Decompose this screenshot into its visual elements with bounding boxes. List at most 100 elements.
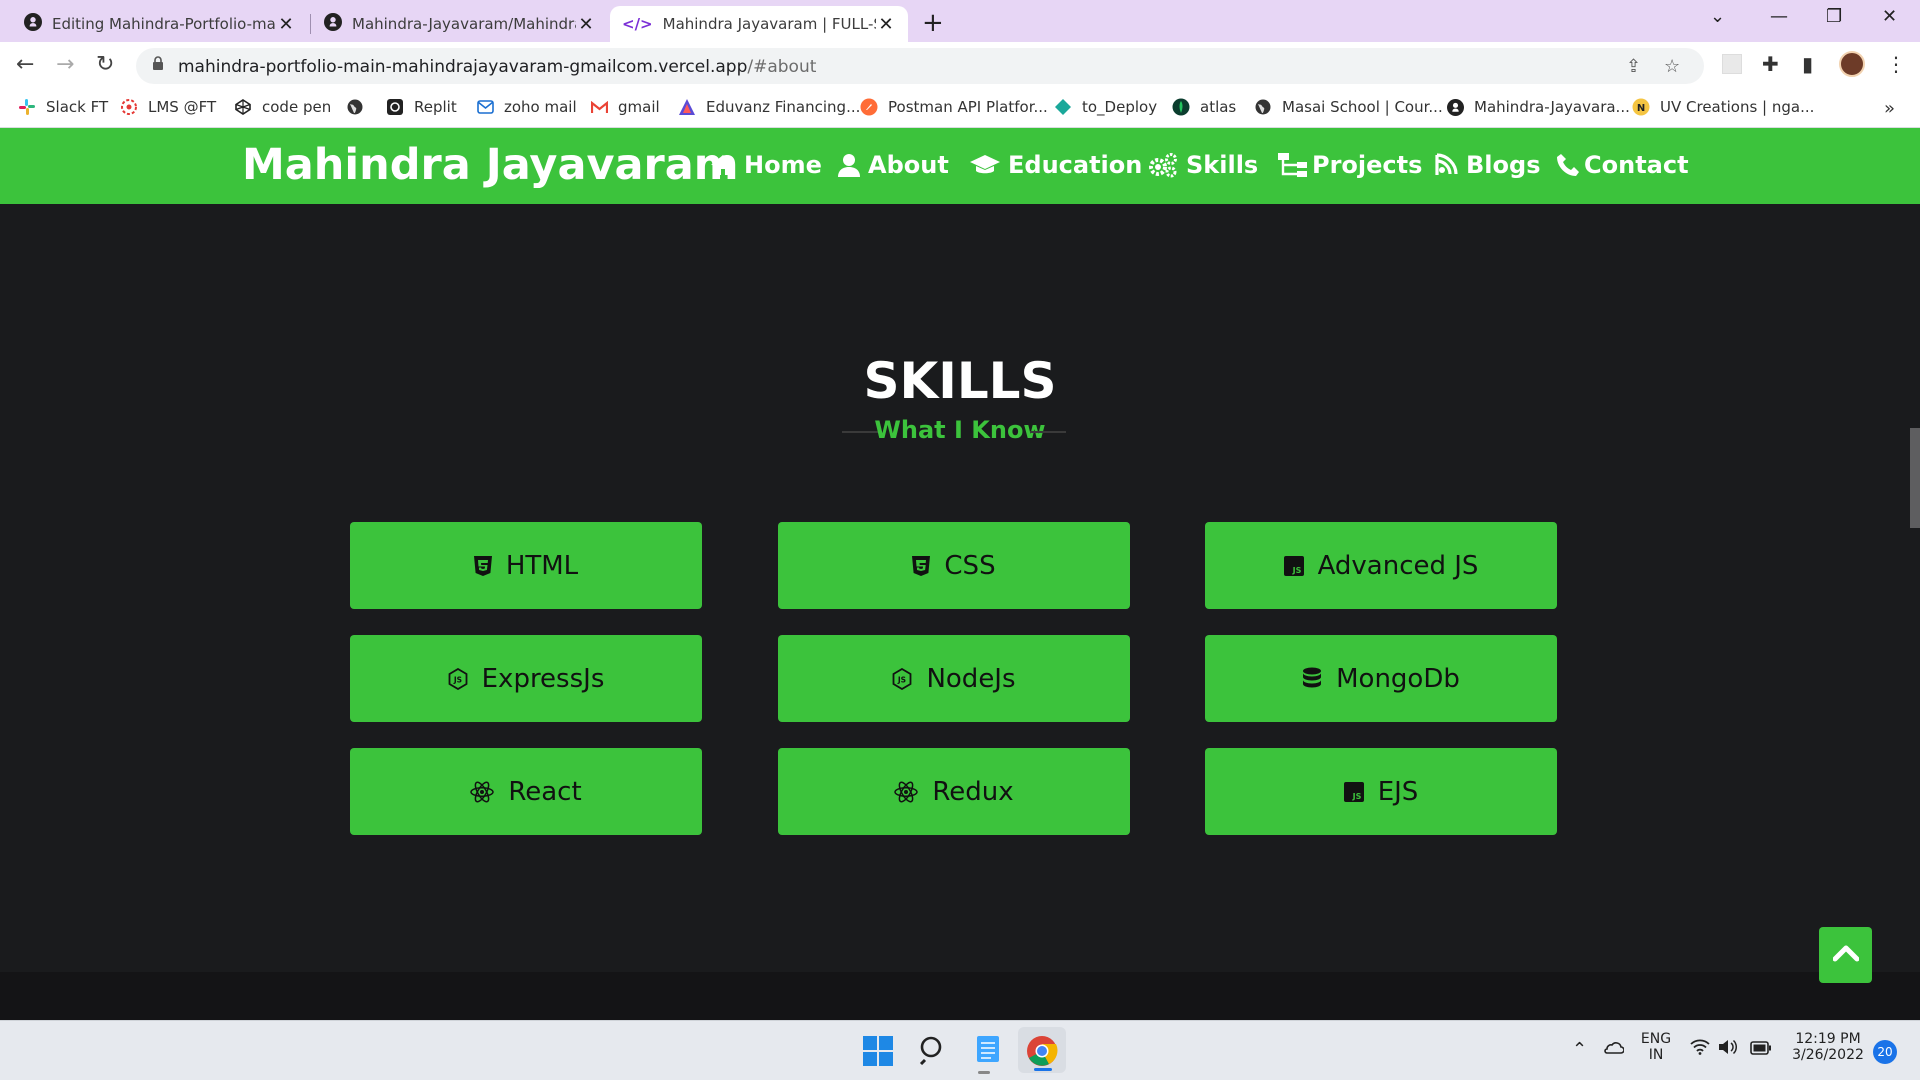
menu-kebab-icon[interactable]: ⋮ xyxy=(1886,52,1906,76)
tab-editing-portfolio[interactable]: Editing Mahindra-Portfolio-main ✕ xyxy=(12,6,308,42)
skill-label: CSS xyxy=(944,550,996,581)
maximize-button[interactable]: ❐ xyxy=(1826,6,1842,27)
tab-search-chevron-icon[interactable]: ⌄ xyxy=(1710,6,1725,27)
nav-label: Projects xyxy=(1312,151,1423,179)
skill-card-react[interactable]: React xyxy=(350,748,702,835)
graduation-cap-icon xyxy=(970,154,1000,176)
bookmark-eduvanz[interactable]: Eduvanz Financing... xyxy=(678,98,860,116)
skill-card-advanced-js[interactable]: JS Advanced JS xyxy=(1205,522,1557,609)
svg-text:JS: JS xyxy=(1351,792,1361,801)
globe-icon xyxy=(346,98,364,116)
nav-contact[interactable]: Contact xyxy=(1556,151,1689,179)
bookmark-label: Slack FT xyxy=(46,98,109,116)
site-brand[interactable]: Mahindra Jayavaram xyxy=(242,140,739,190)
skill-card-redux[interactable]: Redux xyxy=(778,748,1130,835)
nav-home[interactable]: Home xyxy=(710,151,822,179)
skills-section: SKILLS What I Know HTML CSS JS Advanced … xyxy=(0,204,1920,972)
nav-education[interactable]: Education xyxy=(970,151,1142,179)
window-close-button[interactable]: ✕ xyxy=(1882,6,1897,27)
slack-icon xyxy=(18,98,36,116)
globe-icon xyxy=(1254,98,1272,116)
subtitle-line-right xyxy=(1030,431,1066,433)
minimize-button[interactable]: — xyxy=(1770,6,1788,27)
extension-icon[interactable] xyxy=(1722,54,1742,74)
bookmarks-overflow-icon[interactable]: » xyxy=(1884,98,1895,119)
home-icon xyxy=(710,154,736,176)
bookmark-label: Eduvanz Financing... xyxy=(706,98,861,116)
bookmark-atlas[interactable]: atlas xyxy=(1172,98,1236,116)
tray-overflow-chevron-icon[interactable]: ⌃ xyxy=(1572,1039,1587,1060)
app-running-indicator xyxy=(978,1071,990,1074)
chrome-taskbar-button[interactable] xyxy=(1018,1027,1066,1073)
nav-projects[interactable]: Projects xyxy=(1278,151,1422,179)
windows-start-icon[interactable] xyxy=(863,1036,893,1070)
tab-title: Editing Mahindra-Portfolio-main xyxy=(52,15,276,33)
profile-avatar[interactable] xyxy=(1839,51,1865,77)
skill-card-ejs[interactable]: JS EJS xyxy=(1205,748,1557,835)
skill-label: Redux xyxy=(932,776,1014,807)
replit-icon xyxy=(386,98,404,116)
bookmark-slack[interactable]: Slack FT xyxy=(18,98,108,116)
bookmark-globe[interactable] xyxy=(346,98,374,116)
battery-icon[interactable] xyxy=(1750,1040,1772,1059)
url-host: mahindra-portfolio-main-mahindrajayavara… xyxy=(178,57,748,77)
bookmark-replit[interactable]: Replit xyxy=(386,98,457,116)
bookmark-uv-creations[interactable]: N UV Creations | nga... xyxy=(1632,98,1814,116)
svg-text:JS: JS xyxy=(453,675,462,684)
puzzle-extensions-icon[interactable]: ✚ xyxy=(1762,52,1779,76)
page-scrollbar-thumb[interactable] xyxy=(1910,428,1920,528)
close-icon[interactable]: ✕ xyxy=(276,14,296,35)
bookmark-github-mahindra[interactable]: Mahindra-Jayavara... xyxy=(1446,98,1630,116)
close-icon[interactable]: ✕ xyxy=(876,14,896,35)
svg-text:N: N xyxy=(1637,103,1645,114)
bookmark-to-deploy[interactable]: to_Deploy xyxy=(1054,98,1157,116)
bookmark-zoho-mail[interactable]: zoho mail xyxy=(476,98,577,116)
forward-button[interactable]: → xyxy=(56,52,74,77)
share-icon[interactable]: ⇪ xyxy=(1626,56,1641,77)
wifi-icon[interactable] xyxy=(1690,1039,1710,1059)
tab-github-repo[interactable]: Mahindra-Jayavaram/Mahindra-P ✕ xyxy=(312,6,608,42)
bookmark-star-icon[interactable]: ☆ xyxy=(1664,56,1680,77)
bookmark-postman[interactable]: Postman API Platfor... xyxy=(860,98,1048,116)
language-indicator[interactable]: ENG IN xyxy=(1636,1031,1676,1063)
skill-label: MongoDb xyxy=(1336,663,1460,694)
blog-icon xyxy=(1434,153,1458,177)
back-button[interactable]: ← xyxy=(16,52,34,77)
bookmark-masai-school[interactable]: Masai School | Cour... xyxy=(1254,98,1443,116)
react-icon xyxy=(894,780,919,803)
skill-card-html[interactable]: HTML xyxy=(350,522,702,609)
notification-badge[interactable]: 20 xyxy=(1873,1040,1897,1064)
volume-icon[interactable] xyxy=(1718,1039,1738,1059)
close-icon[interactable]: ✕ xyxy=(576,14,596,35)
skill-card-nodejs[interactable]: JS NodeJs xyxy=(778,635,1130,722)
bookmark-label: UV Creations | nga... xyxy=(1660,98,1815,116)
search-icon[interactable] xyxy=(918,1035,948,1069)
nav-blogs[interactable]: Blogs xyxy=(1434,151,1540,179)
bookmark-lms[interactable]: LMS @FT xyxy=(120,98,216,116)
uv-creations-icon: N xyxy=(1632,98,1650,116)
skill-card-css[interactable]: CSS xyxy=(778,522,1130,609)
notepad-icon[interactable] xyxy=(975,1033,1001,1069)
clock-date: 3/26/2022 xyxy=(1792,1047,1864,1063)
bookmark-gmail[interactable]: gmail xyxy=(590,98,660,116)
nav-about[interactable]: About xyxy=(838,151,949,179)
reload-button[interactable]: ↻ xyxy=(96,52,114,77)
address-bar[interactable]: mahindra-portfolio-main-mahindrajayavara… xyxy=(136,48,1704,84)
skill-card-expressjs[interactable]: JS ExpressJs xyxy=(350,635,702,722)
svg-text:JS: JS xyxy=(1291,566,1301,575)
skill-label: EJS xyxy=(1377,776,1419,807)
scroll-to-top-button[interactable] xyxy=(1819,927,1872,983)
skill-card-mongodb[interactable]: MongoDb xyxy=(1205,635,1557,722)
react-icon xyxy=(470,780,495,803)
bookmark-codepen[interactable]: code pen xyxy=(234,98,331,116)
onedrive-cloud-icon[interactable] xyxy=(1602,1039,1625,1058)
browser-toolbar: ← → ↻ mahindra-portfolio-main-mahindraja… xyxy=(0,42,1920,90)
tab-portfolio-active[interactable]: </> Mahindra Jayavaram | FULL-STAC ✕ xyxy=(610,6,908,42)
phone-icon xyxy=(1556,153,1580,177)
side-panel-icon[interactable]: ▮ xyxy=(1802,52,1813,76)
nodejs-icon: JS xyxy=(892,667,912,690)
svg-text:JS: JS xyxy=(897,675,906,684)
new-tab-button[interactable]: + xyxy=(922,8,944,38)
clock[interactable]: 12:19 PM 3/26/2022 xyxy=(1786,1031,1870,1063)
nav-skills[interactable]: Skills xyxy=(1148,151,1258,179)
